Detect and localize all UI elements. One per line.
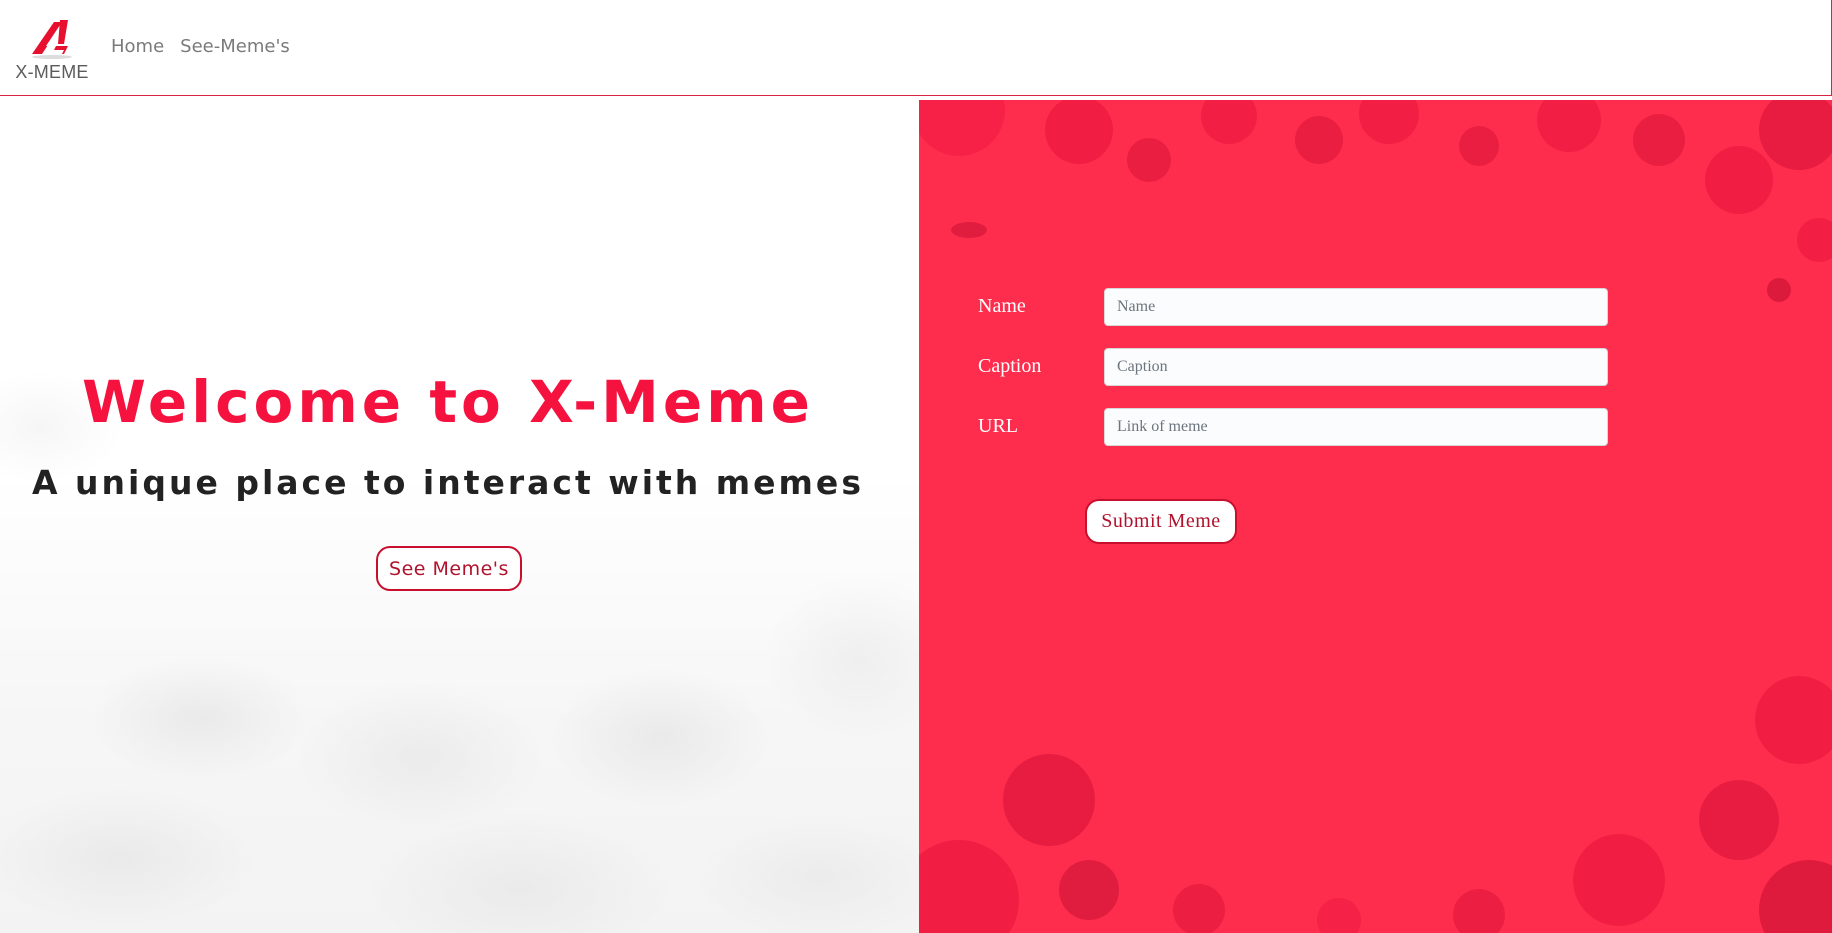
brand[interactable]: X-MEME (14, 16, 90, 84)
hero-section: Welcome to X-Meme A unique place to inte… (0, 97, 919, 933)
see-memes-button[interactable]: See Meme's (376, 546, 522, 591)
caption-label: Caption (978, 355, 1042, 377)
navbar: X-MEME Home See-Meme's (0, 0, 1832, 96)
nav-link-home[interactable]: Home (111, 36, 164, 58)
name-row: Name (978, 288, 1678, 326)
brand-text: X-MEME (15, 62, 89, 82)
caption-row: Caption (978, 348, 1678, 386)
submit-meme-button[interactable]: Submit Meme (1085, 499, 1237, 544)
name-input[interactable] (1104, 288, 1608, 326)
meme-form-panel: Name Caption URL (919, 100, 1832, 933)
hero-subtitle: A unique place to interact with memes (32, 463, 864, 502)
name-label: Name (978, 295, 1026, 317)
caption-input[interactable] (1104, 348, 1608, 386)
url-label: URL (978, 415, 1018, 437)
nav-links: Home See-Meme's (111, 36, 290, 58)
hero-background (0, 97, 919, 933)
nav-link-see-memes[interactable]: See-Meme's (180, 36, 290, 58)
url-row: URL (978, 408, 1678, 446)
url-input[interactable] (1104, 408, 1608, 446)
x-meme-logo-icon (32, 20, 72, 59)
fruit-background-decoration (919, 100, 1832, 933)
hero-title: Welcome to X-Meme (82, 368, 814, 436)
